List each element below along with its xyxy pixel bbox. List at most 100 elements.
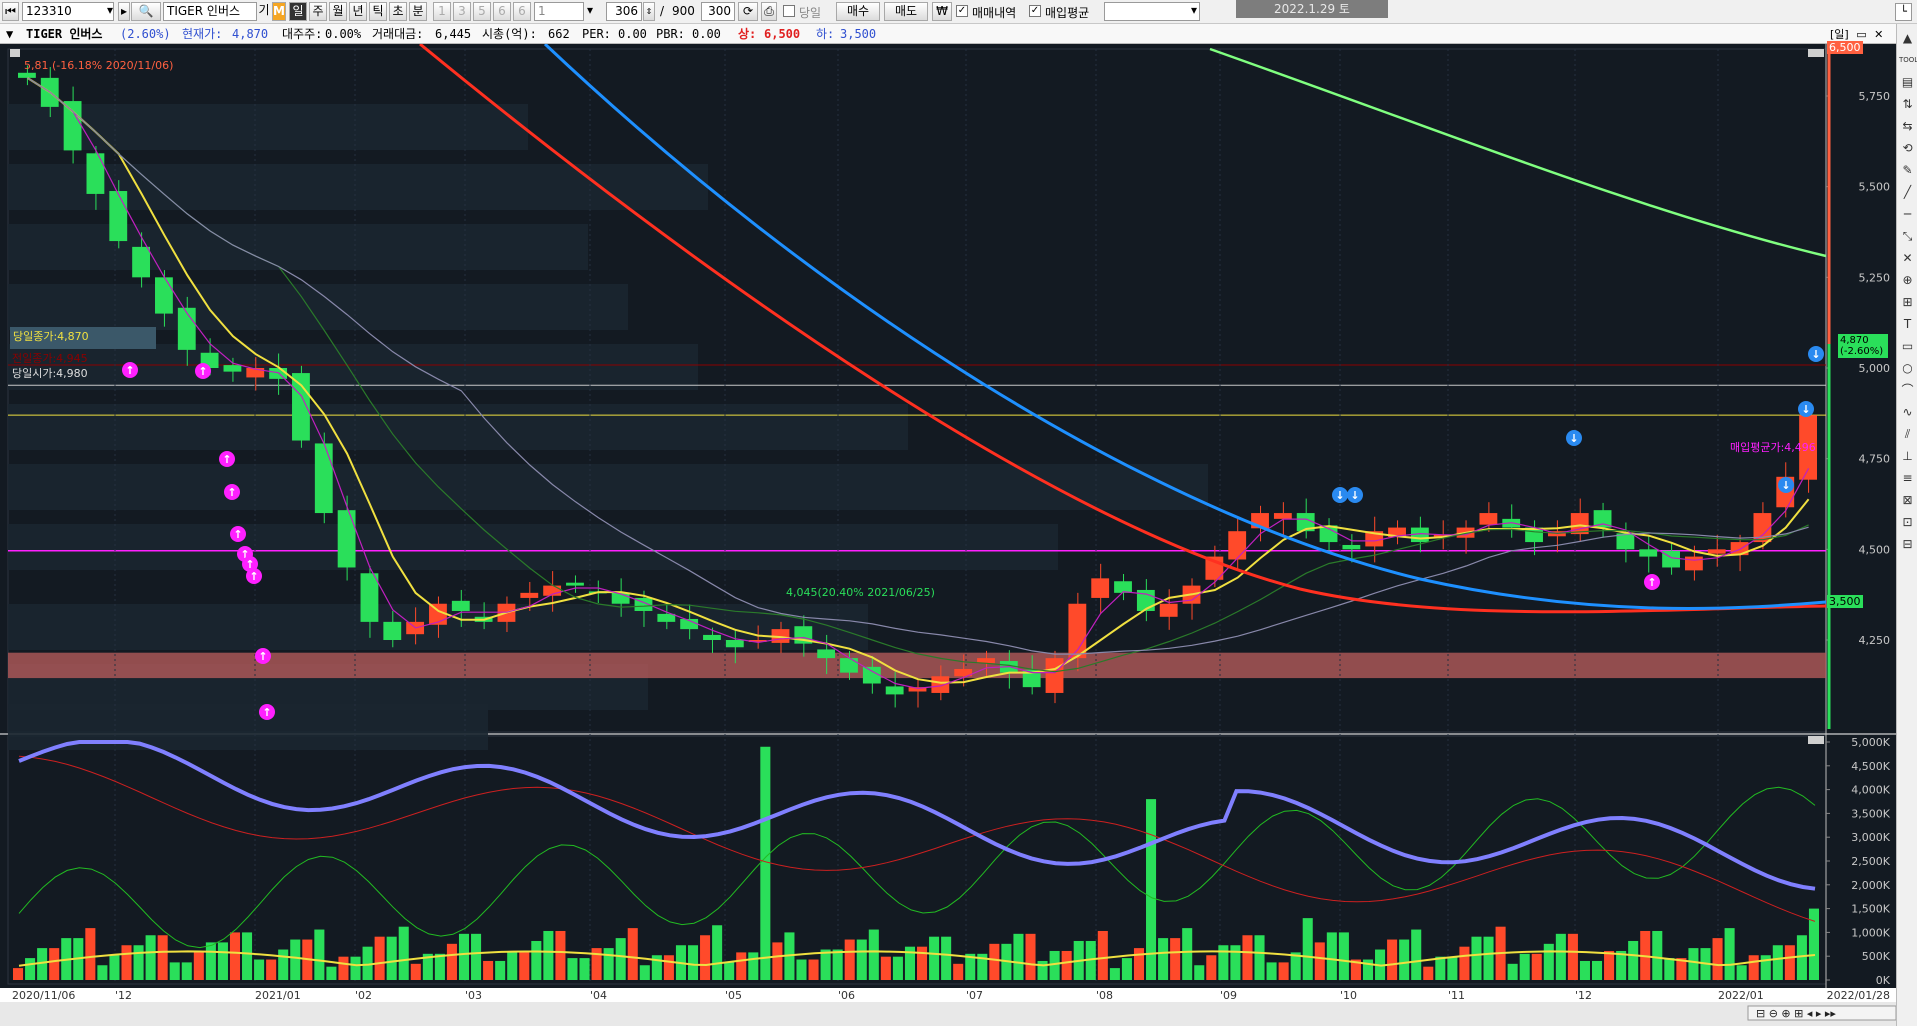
trade-history-checkbox[interactable]: ✓ xyxy=(956,5,968,17)
last-price-tag: 4,870 (-2.60%) xyxy=(1838,334,1888,358)
minute-3[interactable]: 3 xyxy=(453,2,471,21)
period-day[interactable]: 일 xyxy=(289,2,307,21)
diag-icon[interactable]: ⤡ xyxy=(1899,228,1916,245)
span-input[interactable]: 300 xyxy=(701,2,735,21)
updown-icon[interactable]: ⇅ xyxy=(1899,96,1916,113)
volume-bar-121 xyxy=(1471,936,1482,980)
grid-icon[interactable]: ▤ xyxy=(1899,74,1916,91)
volume-bar-72 xyxy=(880,956,891,980)
print-icon[interactable]: ⎙ xyxy=(761,2,777,21)
volume-bar-7 xyxy=(97,965,108,980)
period-second[interactable]: 초 xyxy=(389,2,407,21)
pen-icon[interactable]: ✎ xyxy=(1899,162,1916,179)
sell-button[interactable]: 매도 xyxy=(884,2,928,21)
minute-1[interactable]: 1 xyxy=(433,2,451,21)
account-dropdown-icon[interactable]: ▾ xyxy=(1188,2,1200,21)
candle-body-16 xyxy=(383,621,402,640)
name-field[interactable]: TIGER 인버스 xyxy=(163,2,257,21)
daily-checkbox[interactable] xyxy=(783,5,795,17)
period-week[interactable]: 주 xyxy=(309,2,327,21)
minute-6b[interactable]: 6 xyxy=(513,2,531,21)
tool-label-icon[interactable]: TOOL xyxy=(1899,52,1917,69)
minute-5[interactable]: 5 xyxy=(473,2,491,21)
chart-area[interactable]: 5,750 5,500 5,250 5,000 4,750 4,500 4,250 5,000… xyxy=(0,41,1896,1026)
volume-bar-76 xyxy=(929,936,940,980)
candle-body-4 xyxy=(109,191,128,242)
m-button[interactable]: M xyxy=(272,2,286,21)
filter-icon[interactable]: ▼ xyxy=(6,24,13,44)
code-dropdown-icon[interactable]: ▾ xyxy=(104,2,116,21)
avg-buy-checkbox[interactable]: ✓ xyxy=(1029,5,1041,17)
volume-bar-104 xyxy=(1266,962,1277,980)
account-select[interactable] xyxy=(1104,2,1200,21)
volume-bar-14 xyxy=(181,962,192,980)
minute-dropdown-icon[interactable]: ▾ xyxy=(584,2,596,21)
x-label-3: '02 xyxy=(355,989,372,1002)
period-minute[interactable]: 분 xyxy=(409,2,427,21)
candle-body-38 xyxy=(885,686,904,695)
rect-icon[interactable]: ▭ xyxy=(1899,338,1916,355)
volume-corner-buttons xyxy=(1808,736,1824,744)
arc-icon[interactable]: ⌒ xyxy=(1899,382,1916,399)
info-name: TIGER 인버스 xyxy=(26,27,103,41)
volume-bar-96 xyxy=(1170,938,1181,980)
volume-bar-109 xyxy=(1326,932,1337,980)
next-icon[interactable]: ▸ xyxy=(118,2,130,21)
period-month[interactable]: 월 xyxy=(329,2,347,21)
window-minimize-icon[interactable]: ▭ xyxy=(1856,28,1866,41)
perp-icon[interactable]: ⊥ xyxy=(1899,448,1916,465)
volume-bar-129 xyxy=(1567,933,1578,980)
chart-svg[interactable]: 5,750 5,500 5,250 5,000 4,750 4,500 4,250 5,000… xyxy=(0,44,1896,1026)
box-icon[interactable]: ⊞ xyxy=(1899,294,1916,311)
circle-icon[interactable]: ○ xyxy=(1899,360,1916,377)
fib-icon[interactable]: ≡ xyxy=(1899,470,1916,487)
date-display: 2022.1.29 토 xyxy=(1236,0,1388,18)
parallel-icon[interactable]: ⫽ xyxy=(1899,426,1916,443)
volume-bar-92 xyxy=(1121,958,1132,980)
volume-bar-33 xyxy=(410,963,421,980)
exit-icon[interactable]: └ xyxy=(1895,3,1912,21)
fibbox-icon[interactable]: ⊠ xyxy=(1899,492,1916,509)
volume-bar-45 xyxy=(555,930,566,980)
price-tick-label-1: 5,500 xyxy=(1859,181,1891,194)
count-input[interactable]: 306 xyxy=(606,2,642,21)
minute-select[interactable]: 1 xyxy=(534,2,584,21)
volume-bar-102 xyxy=(1242,935,1253,980)
won-icon[interactable]: ₩ xyxy=(932,2,952,21)
x-label-11: '10 xyxy=(1340,989,1357,1002)
buy-button[interactable]: 매수 xyxy=(836,2,880,21)
buy-arrow-8: ↑ xyxy=(258,650,267,663)
period-tick[interactable]: 틱 xyxy=(369,2,387,21)
search-icon[interactable]: 🔍 xyxy=(131,2,161,21)
period-year[interactable]: 년 xyxy=(349,2,367,21)
line-icon[interactable]: ╱ xyxy=(1899,184,1916,201)
hline-icon[interactable]: ─ xyxy=(1899,206,1916,223)
code-input[interactable]: 123310 xyxy=(22,2,114,21)
text-icon[interactable]: T xyxy=(1899,316,1916,333)
first-icon[interactable]: ⏮ xyxy=(2,2,19,21)
candle-body-13 xyxy=(314,443,333,514)
fibgrid-icon[interactable]: ⊟ xyxy=(1899,536,1916,553)
volume-bar-25 xyxy=(314,929,325,980)
window-close-icon[interactable]: ✕ xyxy=(1874,28,1883,41)
wave-icon[interactable]: ∿ xyxy=(1899,404,1916,421)
ki-label[interactable]: 기 xyxy=(258,2,270,21)
leftright-icon[interactable]: ⇆ xyxy=(1899,118,1916,135)
undo-icon[interactable]: ⟲ xyxy=(1899,140,1916,157)
volume-bar-101 xyxy=(1230,945,1241,980)
buy-arrow-9: ↑ xyxy=(262,706,271,719)
volume-bar-65 xyxy=(796,959,807,980)
count-spinner-icon[interactable]: ⇕ xyxy=(643,2,655,21)
refresh-icon[interactable]: ⟳ xyxy=(738,2,758,21)
cross-icon[interactable]: ✕ xyxy=(1899,250,1916,267)
info-value-label: 거래대금: xyxy=(372,27,424,41)
scroll-up-icon[interactable]: ▲ xyxy=(1899,30,1916,47)
buy-arrow-0: ↑ xyxy=(125,364,134,377)
fibfan-icon[interactable]: ⊡ xyxy=(1899,514,1916,531)
sell-arrow-4: ↓ xyxy=(1801,403,1810,416)
volume-profile-bar-0 xyxy=(8,104,528,150)
info-pbr: 0.00 xyxy=(692,27,721,41)
crosshair-icon[interactable]: ⊕ xyxy=(1899,272,1916,289)
volume-bar-59 xyxy=(724,962,735,980)
minute-6a[interactable]: 6 xyxy=(493,2,511,21)
